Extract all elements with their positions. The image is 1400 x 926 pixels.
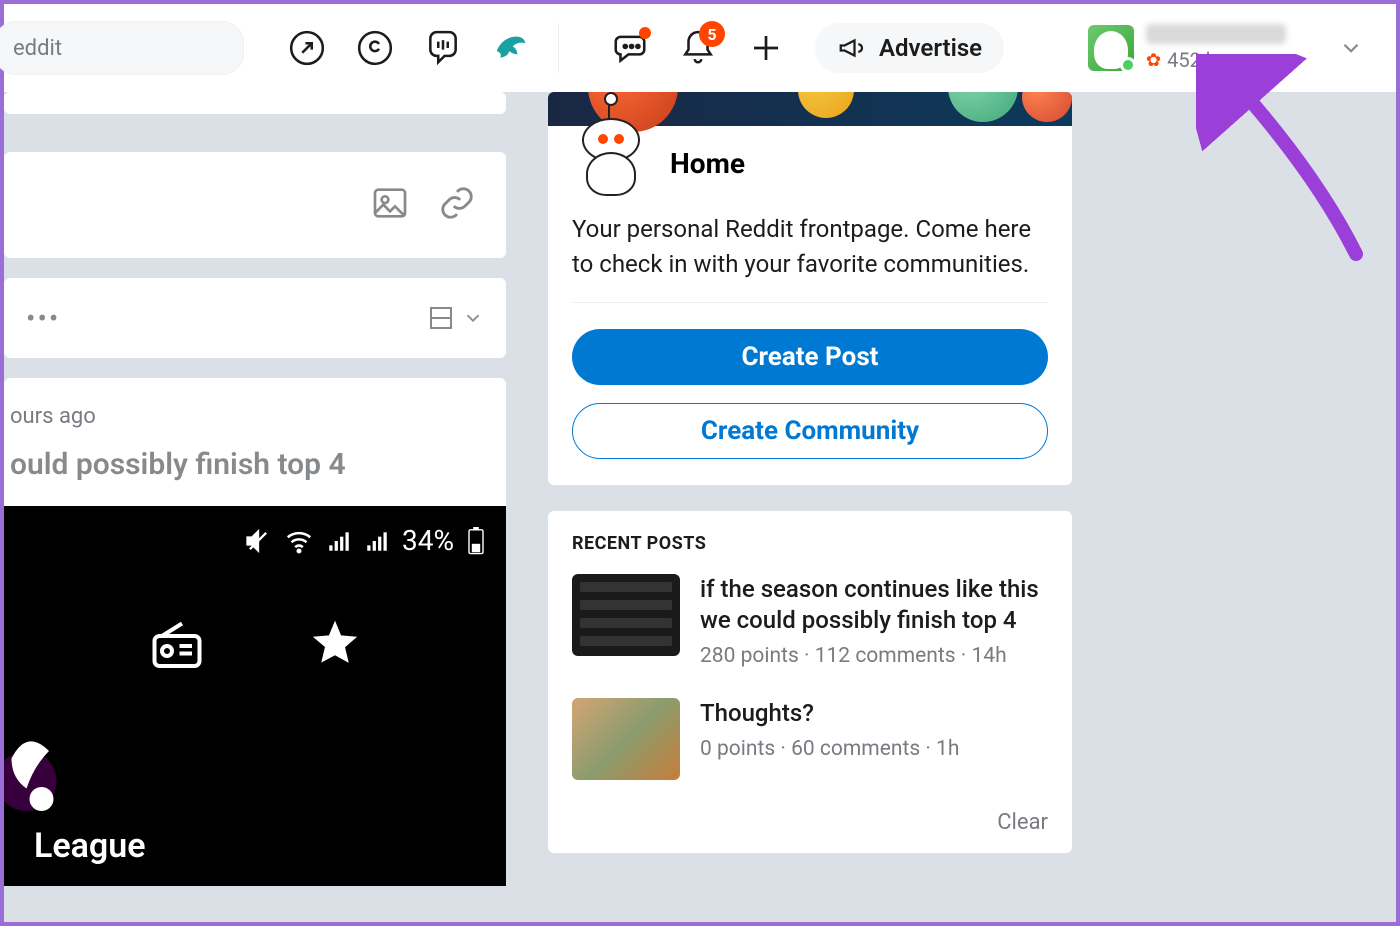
sidebar-column: Home Your personal Reddit frontpage. Com… <box>548 92 1072 853</box>
header-icons-left <box>288 29 530 67</box>
recent-thumb <box>572 574 680 656</box>
partial-card-top <box>4 92 506 114</box>
battery-icon <box>466 527 486 555</box>
recent-meta: 280 points · 112 comments · 14h <box>700 644 1048 668</box>
link-post-icon[interactable] <box>438 184 476 226</box>
online-indicator <box>1120 57 1136 73</box>
card-view-icon <box>426 303 456 333</box>
notif-count-badge: 5 <box>699 21 725 47</box>
signal2-icon <box>364 528 390 554</box>
home-description: Your personal Reddit frontpage. Come her… <box>548 206 1072 302</box>
recent-thumb <box>572 698 680 780</box>
advertise-button[interactable]: Advertise <box>815 23 1004 73</box>
create-post-icon[interactable] <box>747 29 785 67</box>
recent-heading: RECENT POSTS <box>572 533 1048 554</box>
user-menu[interactable]: ✿ 452 karma <box>1088 24 1376 72</box>
search-input[interactable]: eddit <box>0 21 244 75</box>
recent-item[interactable]: if the season continues like this we cou… <box>572 574 1048 668</box>
chat-badge-dot <box>639 27 651 39</box>
star-icon <box>307 616 363 672</box>
megaphone-icon <box>837 33 867 63</box>
clear-button[interactable]: Clear <box>572 810 1048 835</box>
header-icons-right: 5 Advertise <box>611 23 1004 73</box>
user-meta: ✿ 452 karma <box>1146 24 1286 72</box>
signal-icon <box>326 528 352 554</box>
chat-icon[interactable] <box>611 29 649 67</box>
home-card: Home Your personal Reddit frontpage. Com… <box>548 92 1072 485</box>
avatar <box>1088 25 1134 71</box>
feed-column: ••• ours ago ould possibly finish top 4 … <box>4 92 506 922</box>
karma-text: 452 karma <box>1167 48 1262 72</box>
header-divider <box>558 23 559 73</box>
chevron-down-icon <box>1338 35 1364 61</box>
divider <box>572 302 1048 303</box>
chevron-down-icon <box>462 307 484 329</box>
image-post-icon[interactable] <box>370 183 410 227</box>
search-text: eddit <box>13 36 62 61</box>
advertise-label: Advertise <box>879 34 982 62</box>
recent-posts-card: RECENT POSTS if the season continues lik… <box>548 511 1072 853</box>
post-time: ours ago <box>4 404 506 429</box>
snoo-mascot <box>572 100 650 196</box>
create-post-button[interactable]: Create Post <box>572 329 1048 385</box>
talk-icon[interactable] <box>424 29 462 67</box>
coin-icon[interactable] <box>356 29 394 67</box>
recent-title: Thoughts? <box>700 698 959 729</box>
top-header: eddit 5 Advertise <box>4 4 1396 92</box>
radio-icon <box>147 616 207 676</box>
view-toggle[interactable] <box>426 303 484 333</box>
post-title: ould possibly finish top 4 <box>4 447 506 482</box>
more-sort-icon[interactable]: ••• <box>26 302 60 335</box>
home-title: Home <box>670 147 745 180</box>
compose-card <box>4 152 506 258</box>
feed-post[interactable]: ours ago ould possibly finish top 4 34% … <box>4 378 506 886</box>
screenshot-status-bar: 34% <box>244 524 486 557</box>
recent-meta: 0 points · 60 comments · 1h <box>700 737 959 761</box>
mute-icon <box>244 527 272 555</box>
league-text: League <box>34 826 146 866</box>
screenshot-icons <box>4 616 506 676</box>
recent-title: if the season continues like this we cou… <box>700 574 1048 636</box>
wifi-icon <box>284 526 314 556</box>
username-blurred <box>1146 24 1286 44</box>
battery-percent: 34% <box>402 524 454 557</box>
karma-icon: ✿ <box>1146 50 1161 71</box>
popular-icon[interactable] <box>288 29 326 67</box>
dolphin-icon[interactable] <box>492 29 530 67</box>
premier-league-badge <box>4 706 64 826</box>
sort-card: ••• <box>4 278 506 358</box>
post-image: 34% League <box>4 506 506 886</box>
notifications-icon[interactable]: 5 <box>679 29 717 67</box>
recent-item[interactable]: Thoughts? 0 points · 60 comments · 1h <box>572 698 1048 780</box>
create-community-button[interactable]: Create Community <box>572 403 1048 459</box>
